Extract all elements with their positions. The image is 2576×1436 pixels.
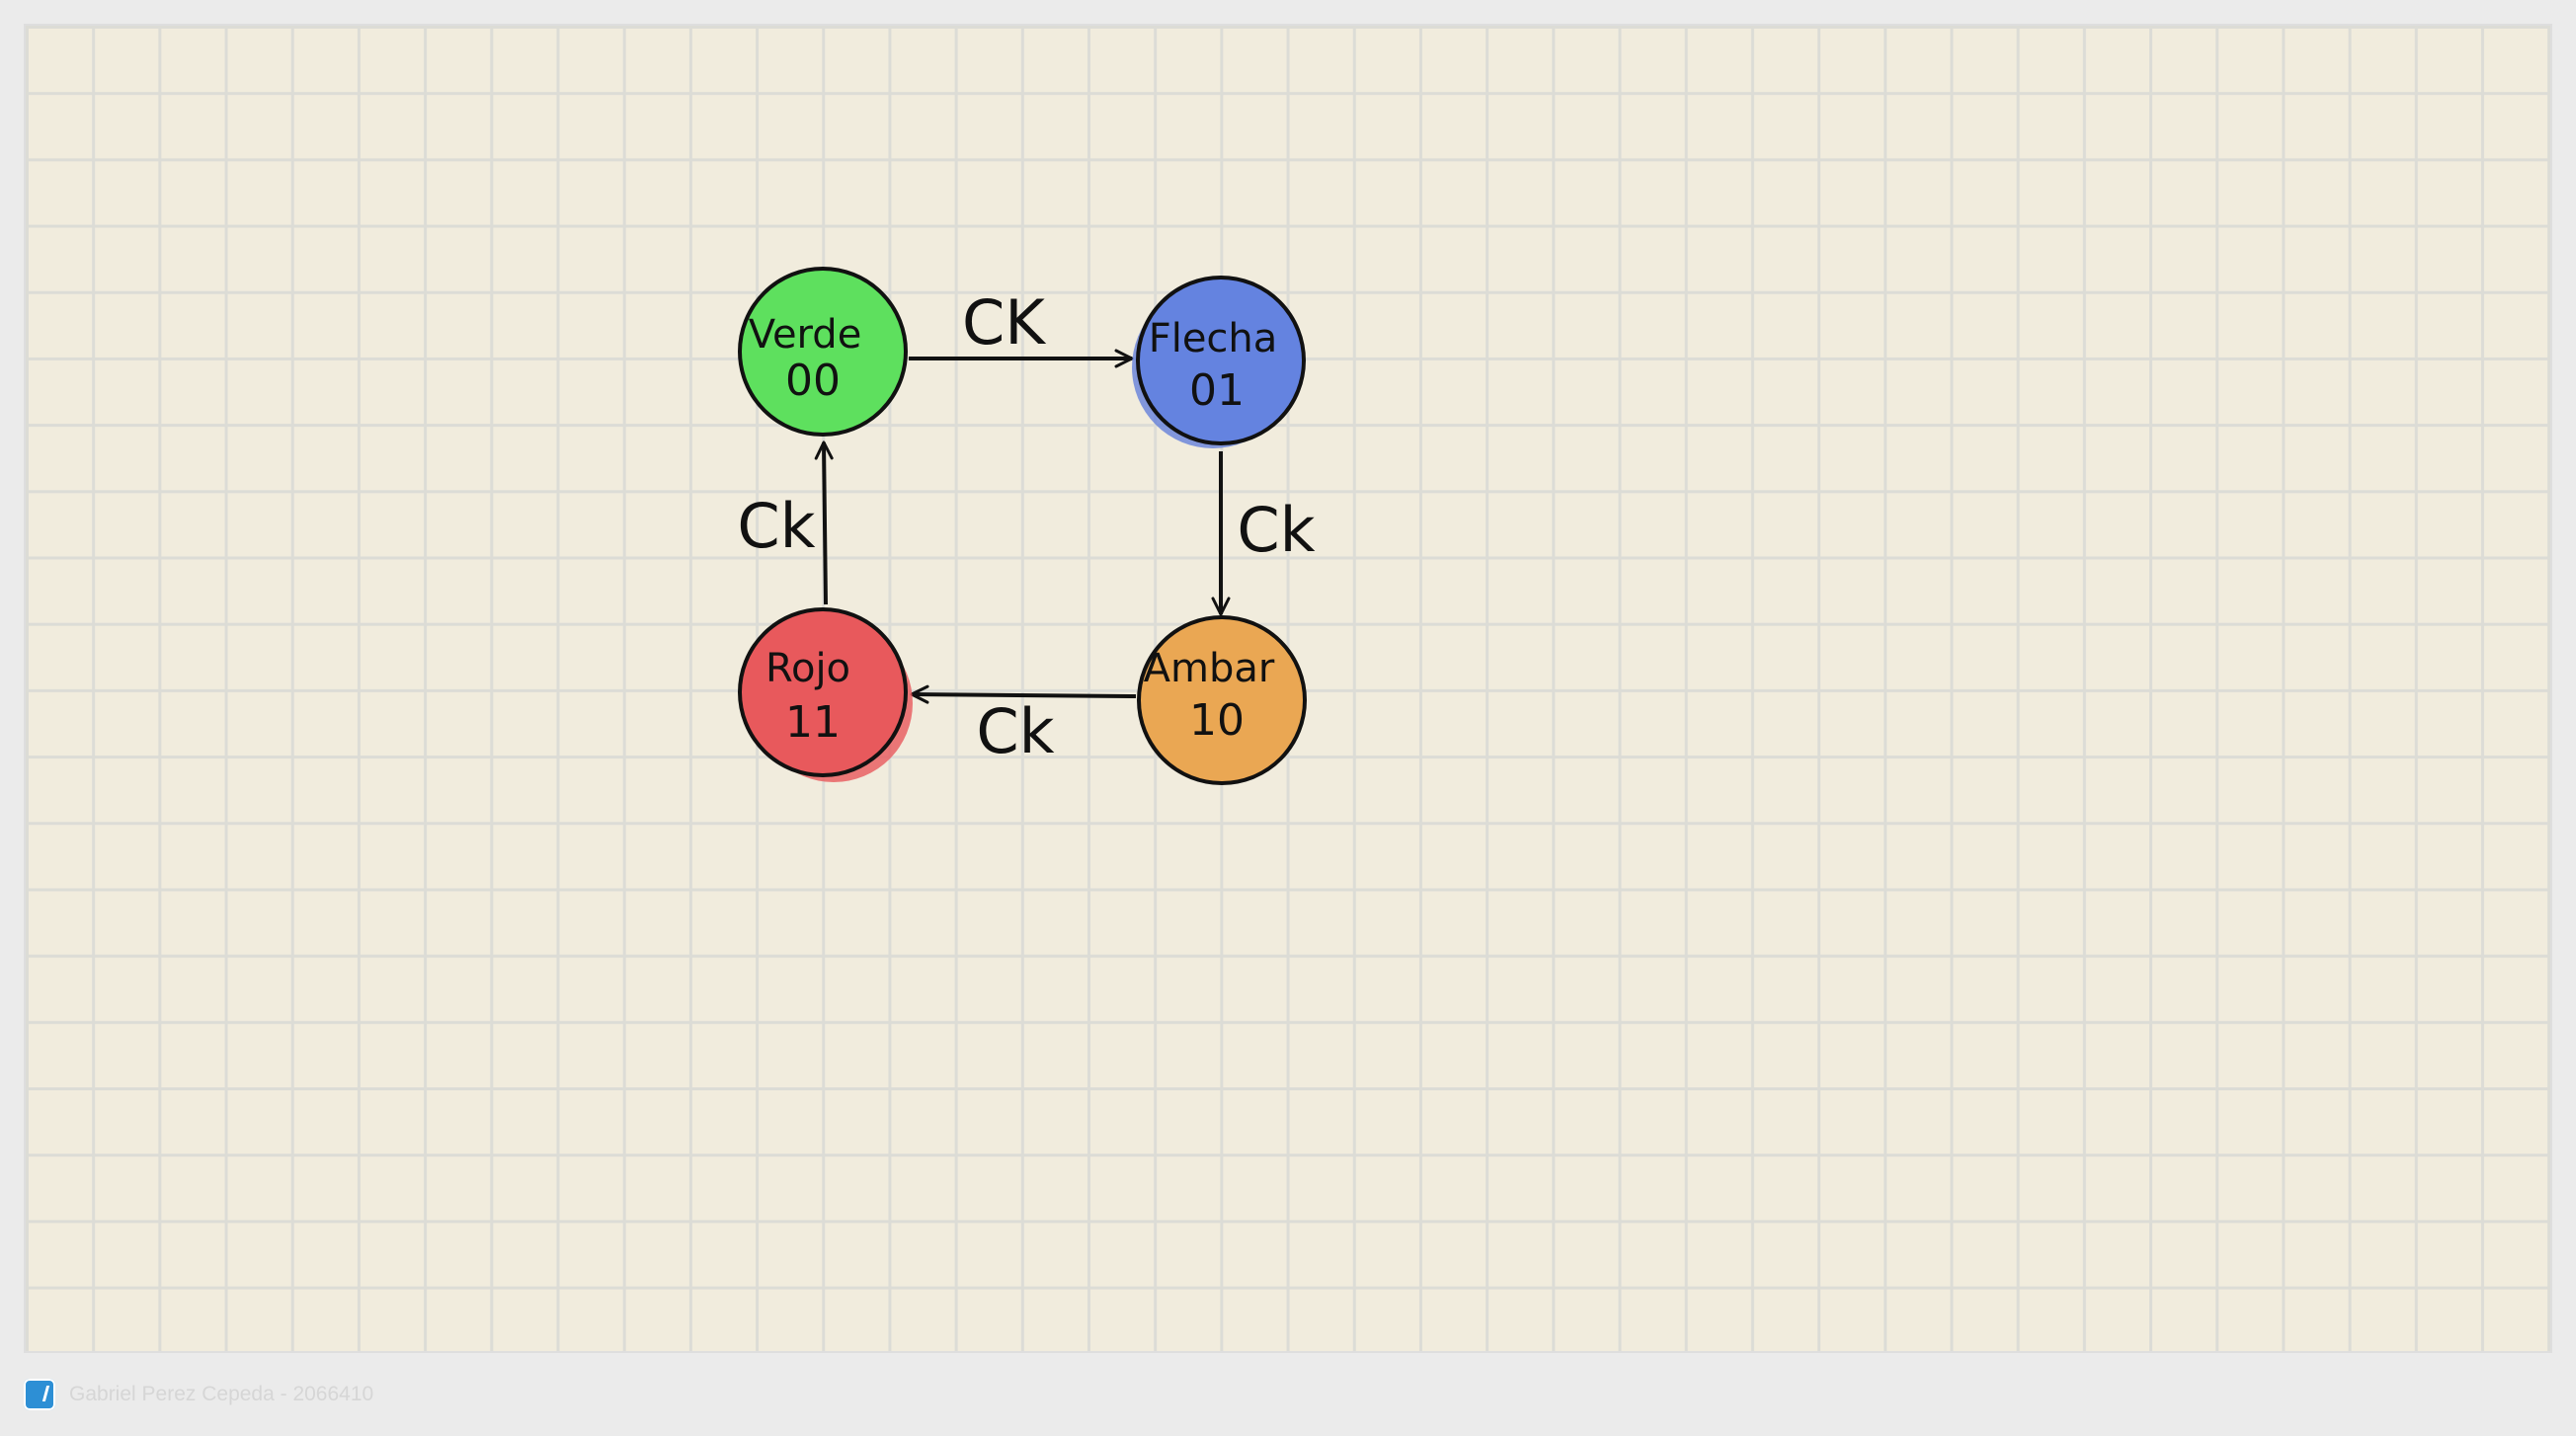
transition-flecha-ambar: Ck xyxy=(1211,451,1316,616)
transition-label-rojo-verde: Ck xyxy=(737,490,815,562)
state-flecha-name: Flecha xyxy=(1149,316,1278,361)
state-flecha-code: 01 xyxy=(1189,365,1245,416)
state-verde-code: 00 xyxy=(785,356,841,406)
transition-verde-flecha: CK xyxy=(909,286,1134,368)
state-rojo-name: Rojo xyxy=(765,646,850,691)
transition-label-flecha-ambar: Ck xyxy=(1237,494,1315,566)
state-verde[interactable]: Verde 00 xyxy=(738,267,908,437)
state-rojo-code: 11 xyxy=(785,697,841,748)
state-ambar[interactable]: Ambar 10 xyxy=(1137,615,1307,785)
footer: Gabriel Perez Cepeda - 2066410 xyxy=(24,1377,373,1412)
state-rojo-circle xyxy=(738,607,908,777)
transition-ambar-rojo: Ck xyxy=(910,684,1137,767)
author-label: Gabriel Perez Cepeda - 2066410 xyxy=(69,1383,374,1405)
transition-rojo-verde: Ck xyxy=(737,440,834,605)
state-verde-name: Verde xyxy=(749,312,862,358)
transition-label-ambar-rojo: Ck xyxy=(976,695,1054,767)
transition-label-verde-flecha: CK xyxy=(962,286,1046,359)
state-rojo[interactable]: Rojo 11 xyxy=(738,607,913,782)
state-ambar-name: Ambar xyxy=(1144,646,1275,691)
state-diagram: CK Ck Ck Ck Verde 00 Flecha 01 Ambar 10 … xyxy=(737,267,1316,785)
whiteboard-app-icon[interactable] xyxy=(24,1379,55,1410)
state-flecha[interactable]: Flecha 01 xyxy=(1132,276,1306,448)
state-ambar-code: 10 xyxy=(1189,695,1245,746)
